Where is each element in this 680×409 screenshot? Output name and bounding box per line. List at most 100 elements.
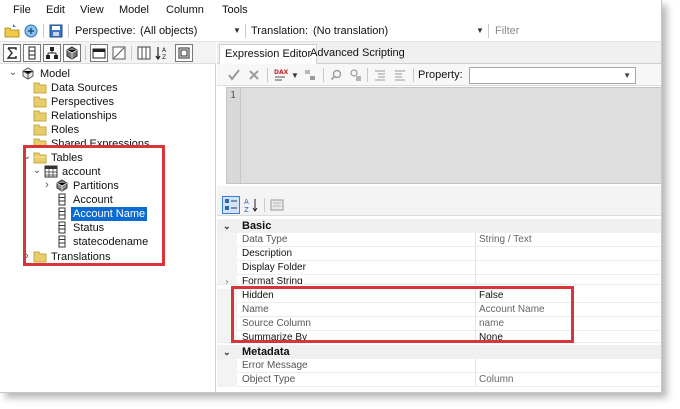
collapse-icon[interactable]: ⌄ [223,219,231,233]
open-model-icon[interactable] [4,23,20,39]
tree-node-perspectives[interactable]: Perspectives [0,95,215,109]
line-number-gutter: 1 [227,88,241,183]
tree-node-data-sources[interactable]: Data Sources [0,81,215,95]
tree-node-roles[interactable]: Roles [0,123,215,137]
svg-text:DAX: DAX [274,69,289,76]
cancel-x-icon[interactable] [247,68,261,82]
sort-icon[interactable]: AZ [155,45,171,61]
deploy-icon[interactable] [23,23,39,39]
perspective-dropdown[interactable]: (All objects) [140,25,197,37]
tab-advanced-scripting[interactable]: Advanced Scripting [305,44,410,64]
category-metadata[interactable]: ⌄ Metadata [217,345,661,359]
tree-label-perspectives: Perspectives [51,96,114,108]
save-icon[interactable] [48,23,64,39]
line-number: 1 [230,90,237,101]
accept-check-icon[interactable] [227,68,241,82]
properties-highlight-box [231,286,574,343]
metadata-icon [178,47,190,59]
property-name: Display Folder [242,262,306,273]
find-icon[interactable] [329,68,343,82]
category-basic[interactable]: ⌄ Basic [217,219,661,233]
property-row-error-message[interactable]: Error Message [217,359,661,373]
tree-label-roles: Roles [51,124,80,136]
perspective-label: Perspective: [75,25,136,37]
menu-view[interactable]: View [80,4,104,16]
property-row-format-string[interactable]: › Format String [217,275,661,285]
show-partitions-button[interactable] [63,44,81,62]
hidden-objects-icon [92,48,106,59]
property-name: Format String [242,276,303,285]
menu-bar: File Edit View Model Column Tools [0,0,661,20]
comment-icon[interactable] [373,68,387,82]
menu-file[interactable]: File [13,4,31,16]
translation-dropdown[interactable]: (No translation) [313,25,388,37]
uncomment-icon[interactable] [393,68,407,82]
menu-tools[interactable]: Tools [222,4,248,16]
tree-highlight-box [23,145,165,266]
translation-label: Translation: [251,25,309,37]
folder-icon [33,82,47,94]
property-label: Property: [418,69,463,81]
folder-icon [33,124,47,136]
tree-label-data-sources: Data Sources [51,82,118,94]
show-hierarchies-button[interactable] [43,44,61,62]
property-name: Data Type [242,234,288,245]
show-hidden-button[interactable] [90,44,108,62]
replace-icon[interactable] [348,68,362,82]
sigma-icon [6,47,17,59]
svg-text:Z: Z [162,54,166,61]
property-name: Object Type [242,374,296,385]
category-label: Metadata [242,346,290,358]
property-value[interactable] [475,247,661,261]
tree-node-relationships[interactable]: Relationships [0,109,215,123]
property-value[interactable]: String / Text [475,233,661,247]
svg-text:A: A [162,47,167,54]
dax-format-icon[interactable]: DAX [273,67,291,83]
folder-icon [33,110,47,122]
property-name: Description [242,248,293,259]
show-metadata-button[interactable] [175,44,193,62]
hierarchy-icon [46,47,58,59]
menu-edit[interactable]: Edit [46,4,65,16]
property-value[interactable] [475,359,661,373]
display-folders-icon[interactable] [136,45,152,61]
property-value[interactable]: Column [475,373,661,387]
expression-editor[interactable]: 1 [226,87,661,184]
tab-expression-editor[interactable]: Expression Editor [219,44,318,64]
perspective-chevron-down-icon[interactable]: ▼ [233,26,241,35]
folder-icon [33,96,47,108]
property-row-data-type[interactable]: Data Type String / Text [217,233,661,247]
expression-toolbar: DAX ▼ Property: ▼ [217,64,661,86]
show-columns-button[interactable] [23,44,41,62]
translation-chevron-down-icon[interactable]: ▼ [476,26,484,35]
categorized-icon [225,199,237,210]
cube-icon [66,46,78,60]
splitter[interactable] [217,186,661,194]
filter-input[interactable]: Filter [495,25,519,37]
alphabetical-sort-icon[interactable]: AZ [244,197,260,213]
dependencies-icon[interactable] [303,68,317,82]
show-all-objects-icon[interactable] [111,45,127,61]
property-pages-icon[interactable] [269,197,285,213]
property-row-description[interactable]: Description [217,247,661,261]
menu-column[interactable]: Column [166,4,204,16]
property-value[interactable] [475,261,661,275]
collapse-icon[interactable]: ⌄ [223,345,231,359]
property-dropdown[interactable]: ▼ [469,67,636,84]
property-row-object-type[interactable]: Object Type Column [217,373,661,387]
dax-chevron-down-icon[interactable]: ▼ [291,71,299,80]
property-row-display-folder[interactable]: Display Folder [217,261,661,275]
tree-node-model[interactable]: ⌄ Model [0,67,215,81]
expand-icon[interactable]: › [217,275,237,284]
menu-model[interactable]: Model [119,4,149,16]
property-name: Error Message [242,360,308,371]
categorized-button[interactable] [222,196,240,214]
tree-label-model: Model [40,68,70,80]
svg-text:Z: Z [244,206,249,213]
show-measures-button[interactable] [3,44,21,62]
property-value[interactable] [475,275,661,284]
model-cube-icon [22,67,34,80]
collapse-icon[interactable]: ⌄ [8,67,18,78]
tree-label-relationships: Relationships [51,110,118,122]
category-label: Basic [242,220,272,232]
